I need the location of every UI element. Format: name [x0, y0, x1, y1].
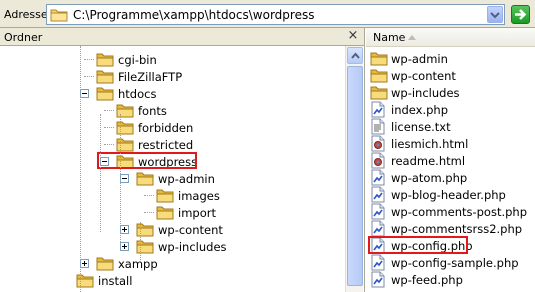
- address-dropdown-button[interactable]: [487, 6, 503, 23]
- expand-icon[interactable]: [120, 242, 129, 251]
- tree-item-wp-admin[interactable]: wp-admin: [0, 170, 345, 187]
- tree-connector: [100, 114, 101, 232]
- scroll-up-button[interactable]: [347, 47, 363, 64]
- tree-item-label: images: [178, 189, 220, 203]
- tree-item-label: wp-includes: [158, 240, 227, 254]
- tree-item-images[interactable]: images: [0, 187, 345, 204]
- file-item-label: wp-admin: [391, 52, 448, 66]
- tree-connector: [104, 144, 114, 145]
- folder-icon: [76, 272, 94, 291]
- file-item-label: license.txt: [391, 120, 451, 134]
- tree-item-label: wp-admin: [158, 172, 215, 186]
- sort-ascending-icon: [408, 35, 416, 40]
- folder-icon: [50, 7, 68, 25]
- tree-connector: [80, 46, 81, 292]
- tree-item-label: forbidden: [138, 121, 194, 135]
- files-pane: Name wp-admin wp-content wp-includes index.…: [366, 28, 535, 292]
- scroll-thumb[interactable]: [347, 66, 363, 286]
- file-item-index-php[interactable]: index.php: [370, 101, 530, 118]
- tree-item-label: restricted: [138, 138, 194, 152]
- file-item-label: wp-commentsrss2.php: [391, 222, 523, 236]
- highlight-box: [368, 236, 468, 254]
- tree-item-htdocs[interactable]: htdocs: [0, 85, 345, 102]
- file-item-readme-html[interactable]: readme.html: [370, 152, 530, 169]
- file-item-liesmich-html[interactable]: liesmich.html: [370, 135, 530, 152]
- tree-item-label: install: [98, 274, 133, 288]
- file-item-label: wp-comments-post.php: [391, 205, 528, 219]
- tree-item-label: wp-content: [158, 223, 223, 237]
- file-item-wp-atom-php[interactable]: wp-atom.php: [370, 169, 530, 186]
- file-item-label: wp-config-sample.php: [391, 256, 519, 270]
- chevron-down-icon: [490, 12, 500, 19]
- file-item-wp-commentsrss2-php[interactable]: wp-commentsrss2.php: [370, 220, 530, 237]
- tree-item-import[interactable]: import: [0, 204, 345, 221]
- tree-item-wp-content[interactable]: wp-content: [0, 221, 345, 238]
- chevron-up-icon: [351, 52, 360, 59]
- php-file-icon: [370, 271, 386, 291]
- file-item-wp-comments-post-php[interactable]: wp-comments-post.php: [370, 203, 530, 220]
- tree-item-install[interactable]: install: [0, 272, 345, 289]
- column-header-name[interactable]: Name: [366, 28, 535, 47]
- tree-connector: [144, 195, 154, 196]
- folder-tree: cgi-bin FileZillaFTP htdocs fonts forbidden r…: [0, 46, 345, 292]
- address-path[interactable]: C:\Programme\xampp\htdocs\wordpress: [73, 8, 314, 22]
- address-bar: Adresse C:\Programme\xampp\htdocs\wordpr…: [0, 0, 535, 28]
- file-item-label: wp-includes: [391, 86, 460, 100]
- tree-item-label: FileZillaFTP: [118, 70, 183, 84]
- file-item-label: readme.html: [391, 154, 466, 168]
- arrow-right-icon: [515, 9, 527, 20]
- file-item-label: wp-content: [391, 69, 456, 83]
- highlight-box: [97, 152, 197, 169]
- tree-item-label: xampp: [118, 257, 158, 271]
- file-item-label: wp-atom.php: [391, 171, 468, 185]
- file-item-label: liesmich.html: [391, 137, 469, 151]
- address-field[interactable]: C:\Programme\xampp\htdocs\wordpress: [46, 4, 505, 25]
- tree-connector: [104, 110, 114, 111]
- tree-connector: [84, 76, 94, 77]
- file-item-wp-config-php[interactable]: wp-config.php: [368, 236, 530, 254]
- go-button[interactable]: [511, 5, 530, 24]
- tree-item-wordpress[interactable]: wordpress: [0, 152, 345, 170]
- folders-pane-header: Ordner ×: [0, 28, 364, 46]
- collapse-icon[interactable]: [120, 174, 129, 183]
- expand-icon[interactable]: [80, 259, 89, 268]
- folders-pane: Ordner × cgi-bin FileZillaFTP htdocs fonts f…: [0, 28, 365, 292]
- file-item-license-txt[interactable]: license.txt: [370, 118, 530, 135]
- tree-item-filezillaftp[interactable]: FileZillaFTP: [0, 68, 345, 85]
- expand-icon[interactable]: [120, 225, 129, 234]
- file-item-wp-blog-header-php[interactable]: wp-blog-header.php: [370, 186, 530, 203]
- tree-item-cgi-bin[interactable]: cgi-bin: [0, 51, 345, 68]
- folders-scrollbar[interactable]: [345, 46, 363, 292]
- folders-pane-title: Ordner: [4, 31, 43, 44]
- collapse-icon[interactable]: [80, 89, 89, 98]
- tree-connector: [140, 222, 141, 262]
- tree-item-label: fonts: [138, 104, 167, 118]
- tree-item-label: htdocs: [118, 87, 157, 101]
- tree-connector: [104, 127, 114, 128]
- file-item-wp-feed-php[interactable]: wp-feed.php: [370, 271, 530, 288]
- file-item-label: wp-feed.php: [391, 273, 463, 287]
- tree-item-label: cgi-bin: [118, 53, 157, 67]
- column-header-label: Name: [373, 31, 406, 44]
- tree-connector: [144, 212, 154, 213]
- tree-item-label: import: [178, 206, 216, 220]
- tree-item-forbidden[interactable]: forbidden: [0, 119, 345, 136]
- address-label: Adresse: [4, 8, 48, 21]
- tree-item-xampp[interactable]: xampp: [0, 255, 345, 272]
- file-item-wp-content[interactable]: wp-content: [370, 67, 530, 84]
- tree-item-wp-includes[interactable]: wp-includes: [0, 238, 345, 255]
- tree-item-restricted[interactable]: restricted: [0, 136, 345, 153]
- file-item-wp-config-sample-php[interactable]: wp-config-sample.php: [370, 254, 530, 271]
- file-item-wp-includes[interactable]: wp-includes: [370, 84, 530, 101]
- file-item-label: index.php: [391, 103, 449, 117]
- close-pane-button[interactable]: ×: [346, 29, 360, 43]
- tree-item-fonts[interactable]: fonts: [0, 102, 345, 119]
- file-item-label: wp-blog-header.php: [391, 188, 506, 202]
- tree-connector: [120, 114, 121, 244]
- file-item-wp-admin[interactable]: wp-admin: [370, 50, 530, 67]
- tree-connector: [84, 59, 94, 60]
